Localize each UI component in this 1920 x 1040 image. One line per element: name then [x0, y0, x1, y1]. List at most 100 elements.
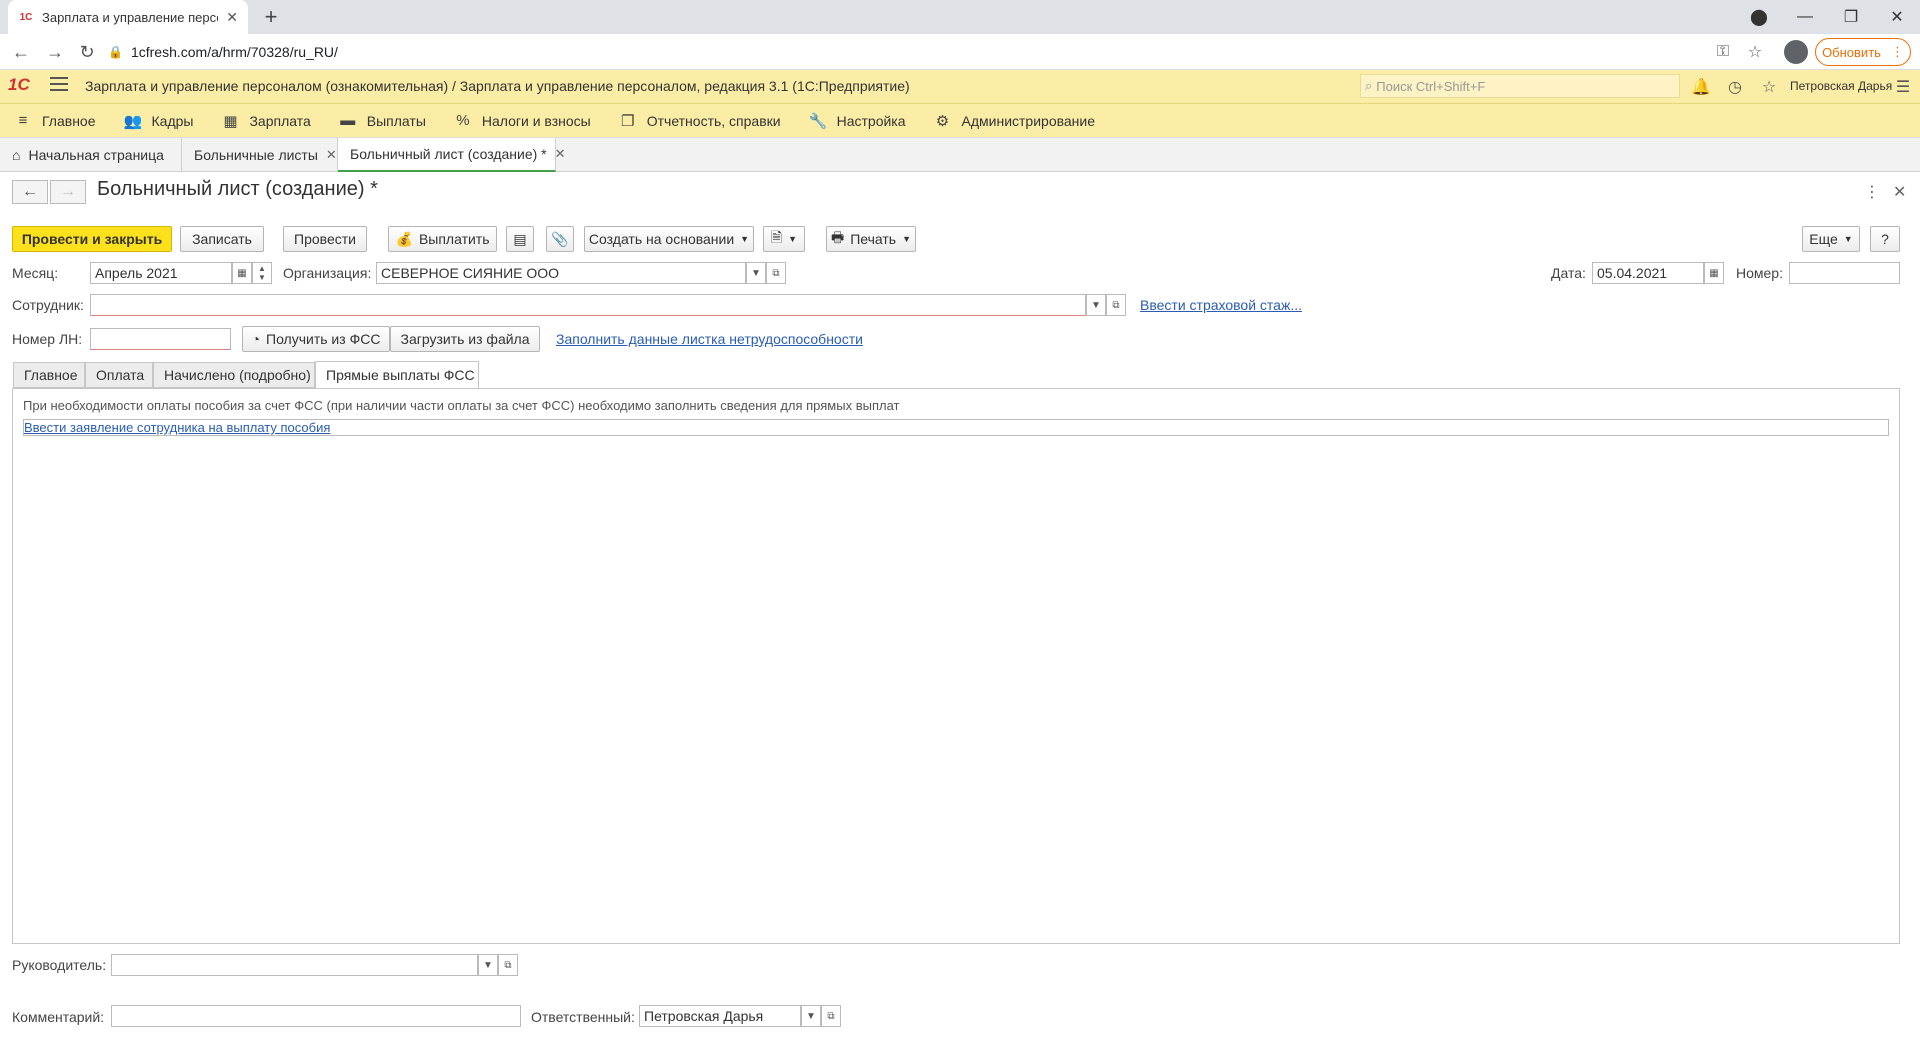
new-tab-button[interactable]: + — [258, 4, 284, 30]
close-tab-icon[interactable]: ✕ — [226, 9, 238, 26]
main-menu-icon[interactable] — [50, 77, 68, 91]
tab-main[interactable]: Главное — [13, 362, 85, 388]
avatar[interactable] — [1784, 40, 1808, 64]
post-and-close-button[interactable]: Провести и закрыть — [12, 226, 172, 252]
tab-payment[interactable]: Оплата — [85, 362, 153, 388]
open-icon[interactable]: ⧉ — [498, 954, 518, 976]
key-icon[interactable]: ⚿ — [1712, 41, 1734, 63]
restore-button[interactable]: ❐ — [1828, 4, 1874, 30]
organization-label: Организация: — [283, 265, 372, 281]
employee-application-link[interactable]: Ввести заявление сотрудника на выплату п… — [24, 420, 330, 435]
profile-menu-icon[interactable]: ⬤ — [1736, 4, 1782, 30]
employee-field[interactable] — [90, 294, 1086, 316]
open-icon[interactable]: ⧉ — [766, 262, 786, 284]
favorites-star-icon[interactable]: ☆ — [1758, 76, 1780, 98]
table-icon-button[interactable]: ▤ — [506, 226, 534, 252]
month-field[interactable]: Апрель 2021 — [90, 262, 232, 284]
attach-button[interactable]: 📎 — [546, 226, 574, 252]
fill-sick-leave-data-link[interactable]: Заполнить данные листка нетрудоспособнос… — [556, 331, 863, 347]
section-label: Отчетность, справки — [646, 112, 781, 129]
section-salary[interactable]: ▦ Зарплата — [207, 104, 324, 138]
history-icon[interactable]: ◷ — [1724, 76, 1746, 98]
form-close-icon[interactable]: ✕ — [1893, 182, 1906, 202]
open-icon[interactable]: ⧉ — [1106, 294, 1126, 316]
bell-icon[interactable]: 🔔 — [1690, 76, 1712, 98]
section-main[interactable]: ≡ Главное — [0, 104, 110, 138]
date-field[interactable]: 05.04.2021 — [1592, 262, 1704, 284]
tab-direct-fss-payments[interactable]: Прямые выплаты ФСС — [315, 361, 479, 389]
tab-label: Больничный лист (создание) * — [350, 146, 547, 162]
more-label: Еще — [1809, 231, 1838, 247]
form-forward-button[interactable]: → — [50, 180, 86, 204]
documents-icon: 🗎 — [770, 229, 783, 245]
reload-icon[interactable]: ↻ — [76, 41, 98, 63]
update-button[interactable]: Обновить ⋮ — [1815, 38, 1911, 66]
pay-button[interactable]: 💰 Выплатить — [388, 226, 497, 252]
minimize-button[interactable]: — — [1782, 4, 1828, 30]
chevron-down-icon[interactable]: ▼ — [801, 1005, 821, 1027]
calendar-icon[interactable]: ▦ — [232, 262, 252, 284]
lock-icon: 🔒 — [108, 45, 123, 59]
close-icon[interactable]: ✕ — [326, 147, 337, 163]
ln-number-field[interactable] — [90, 328, 231, 350]
chevron-down-icon[interactable]: ▼ — [1086, 294, 1106, 316]
organization-field[interactable]: СЕВЕРНОЕ СИЯНИЕ ООО — [376, 262, 746, 284]
related-docs-button[interactable]: 🗎 ▼ — [763, 226, 805, 252]
help-button[interactable]: ? — [1870, 226, 1900, 252]
section-payments[interactable]: ▬ Выплаты — [325, 104, 440, 138]
back-icon[interactable]: ← — [10, 41, 32, 63]
section-admin[interactable]: ⚙ Администрирование — [920, 104, 1110, 138]
chevron-down-icon: ▼ — [1843, 234, 1853, 244]
global-search-input[interactable]: ⌕ Поиск Ctrl+Shift+F — [1360, 74, 1680, 98]
calendar-icon[interactable]: ▦ — [1704, 262, 1724, 284]
create-based-on-button[interactable]: Создать на основании ▼ — [584, 226, 754, 252]
print-button[interactable]: 🖶 Печать ▼ — [826, 226, 916, 252]
section-label: Налоги и взносы — [481, 112, 591, 129]
section-settings[interactable]: 🔧 Настройка — [795, 104, 920, 138]
post-button[interactable]: Провести — [283, 226, 367, 252]
form-more-icon[interactable]: ⋮ — [1864, 182, 1880, 202]
settings-menu-icon[interactable]: ☰ — [1892, 76, 1914, 98]
search-placeholder: Поиск Ctrl+Shift+F — [1376, 78, 1486, 94]
ln-number-label: Номер ЛН: — [12, 331, 83, 347]
chevron-down-icon[interactable]: ▼ — [478, 954, 498, 976]
manager-field[interactable] — [111, 954, 478, 976]
open-icon[interactable]: ⧉ — [821, 1005, 841, 1027]
current-user[interactable]: Петровская Дарья — [1790, 79, 1892, 93]
forward-icon[interactable]: → — [44, 41, 66, 63]
create-based-label: Создать на основании — [588, 231, 735, 247]
section-reports[interactable]: ❐ Отчетность, справки — [605, 104, 795, 138]
save-button[interactable]: Записать — [180, 226, 264, 252]
section-hr[interactable]: 👥 Кадры — [110, 104, 208, 138]
form-title: Больничный лист (создание) * — [97, 178, 378, 200]
tab-sick-leave-new[interactable]: Больничный лист (создание) * ✕ — [338, 138, 566, 172]
close-window-button[interactable]: ✕ — [1874, 4, 1920, 30]
insurance-experience-link[interactable]: Ввести страховой стаж... — [1140, 297, 1302, 313]
fss-icon: ◔ — [251, 331, 261, 347]
section-label: Главное — [42, 112, 96, 129]
browser-tab[interactable]: 1С Зарплата и управление персон... ✕ — [8, 0, 248, 34]
tab-home[interactable]: ⌂ Начальная страница — [0, 138, 182, 172]
responsible-field[interactable]: Петровская Дарья — [639, 1005, 801, 1027]
comment-field[interactable] — [111, 1005, 521, 1027]
date-label: Дата: — [1551, 265, 1586, 281]
responsible-label: Ответственный: — [531, 1009, 635, 1025]
number-field[interactable] — [1789, 262, 1900, 284]
chevron-down-icon[interactable]: ▼ — [746, 262, 766, 284]
chevron-down-icon: ▼ — [740, 234, 750, 244]
tab-sick-leaves[interactable]: Больничные листы ✕ — [182, 138, 338, 172]
load-from-file-button[interactable]: Загрузить из файла — [390, 326, 540, 352]
tab-accrued-detail[interactable]: Начислено (подробно) — [153, 362, 315, 388]
url-field[interactable]: 🔒 1cfresh.com/a/hrm/70328/ru_RU/ — [108, 38, 1758, 66]
printer-icon: 🖶 — [831, 229, 845, 245]
bookmark-star-icon[interactable]: ☆ — [1744, 41, 1766, 63]
section-taxes[interactable]: % Налоги и взносы — [440, 104, 605, 138]
form-back-button[interactable]: ← — [12, 180, 48, 204]
more-button[interactable]: Еще ▼ — [1802, 226, 1860, 252]
documents-icon: ❐ — [620, 112, 635, 130]
month-stepper[interactable]: ▲ ▼ — [252, 262, 272, 284]
get-from-fss-button[interactable]: ◔ Получить из ФСС — [242, 326, 390, 352]
close-icon[interactable]: ✕ — [555, 146, 566, 162]
tab-panel — [12, 388, 1900, 944]
browser-tabstrip — [0, 0, 1920, 34]
